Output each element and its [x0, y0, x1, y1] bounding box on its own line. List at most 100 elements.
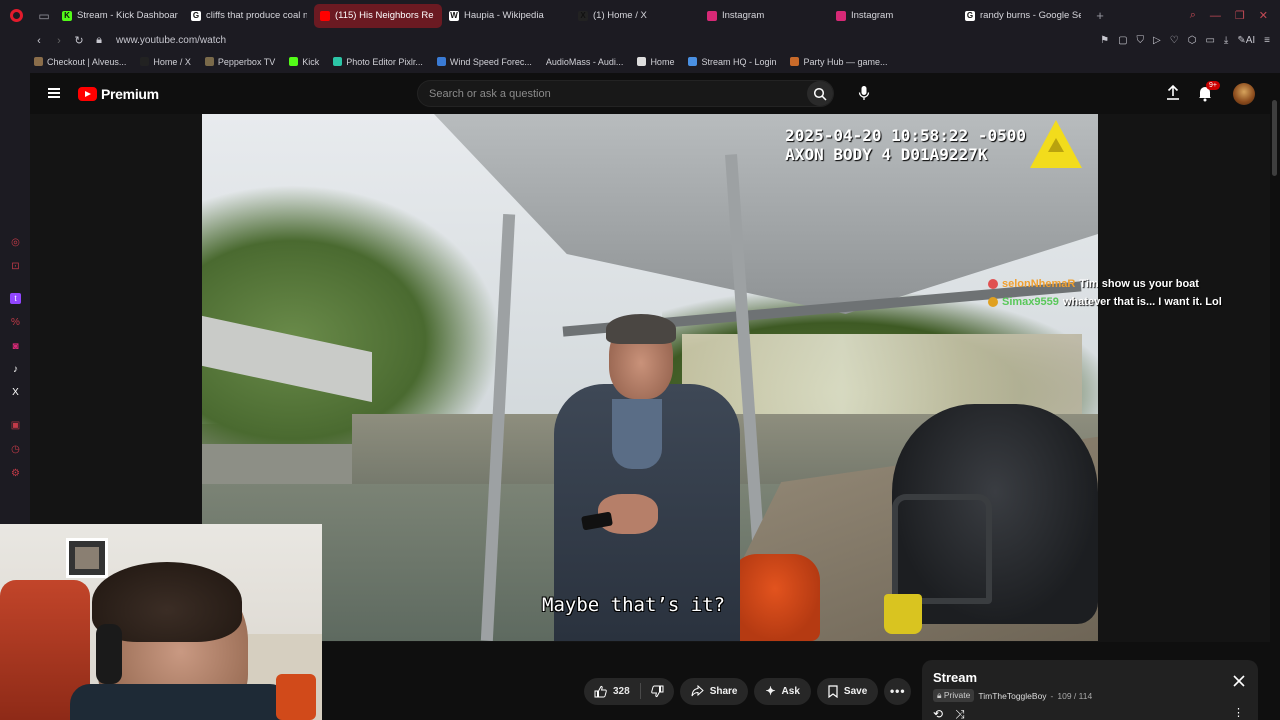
like-button[interactable]: 328: [584, 678, 640, 705]
minimize-icon[interactable]: —: [1210, 10, 1221, 22]
tab-label: randy burns - Google Searc: [980, 10, 1081, 21]
more-actions-button[interactable]: •••: [884, 677, 912, 705]
sidebar-workspaces-icon[interactable]: ⊡: [10, 261, 21, 272]
browser-tab[interactable]: Gcliffs that produce coal nat: [185, 4, 313, 28]
snapshot-icon[interactable]: ▢: [1118, 35, 1127, 46]
sidebar-settings-icon[interactable]: ⚙: [10, 468, 21, 479]
chat-username: selonNhemaR: [1002, 278, 1076, 290]
stream-chat-overlay: selonNhemaR Tim show us your boat Simax955…: [988, 275, 1268, 311]
playlist-meta: 🔒︎ Private TimTheToggleBoy - 109 / 114: [933, 689, 1247, 702]
youtube-logo[interactable]: Premium: [78, 86, 159, 102]
tab-label: (1) Home / X: [593, 10, 647, 21]
bodycam-timestamp: 2025-04-20 10:58:22 -0500: [785, 126, 1026, 145]
bookmark-favicon-icon: [333, 57, 343, 66]
thumbs-down-icon: [650, 685, 664, 697]
upload-icon[interactable]: [1164, 84, 1182, 102]
more-horizontal-icon: •••: [889, 684, 906, 698]
bookmark-label: Pepperbox TV: [217, 56, 276, 67]
download-icon[interactable]: ⤓: [1224, 35, 1228, 46]
tab-icon[interactable]: ▭: [1205, 35, 1214, 46]
voice-search-button[interactable]: [851, 80, 877, 106]
browser-tab[interactable]: W Haupia - Wikipedia: [443, 4, 571, 28]
playlist-menu-icon[interactable]: ⋮: [1233, 706, 1244, 719]
search-button[interactable]: [807, 81, 833, 106]
account-avatar[interactable]: [1233, 83, 1255, 105]
like-count: 328: [613, 685, 630, 697]
playlist-controls: ⟲ ⤨: [933, 707, 965, 720]
sidebar-history-icon[interactable]: ◷: [10, 444, 21, 455]
bookmark-item[interactable]: Wind Speed Forec...: [436, 57, 532, 67]
chat-text: whatever that is... I want it. Lol: [1062, 296, 1222, 308]
bookmark-favicon-icon: [289, 57, 299, 66]
playlist-owner[interactable]: TimTheToggleBoy: [978, 691, 1046, 701]
back-icon[interactable]: ‹: [30, 31, 48, 50]
close-window-icon[interactable]: ✕: [1259, 9, 1268, 22]
like-dislike-group: 328: [584, 677, 674, 705]
reload-icon[interactable]: ↻: [70, 31, 88, 50]
browser-tab[interactable]: (115) His Neighbors Re: [314, 3, 442, 28]
media-play-icon[interactable]: ▷: [1153, 35, 1161, 46]
save-button[interactable]: Save: [816, 677, 879, 705]
loop-icon[interactable]: ⟲: [933, 707, 943, 720]
browser-tab[interactable]: K Stream - Kick Dashboard: [56, 4, 184, 28]
tab-bar: ▭ K Stream - Kick Dashboard Gcliffs that p…: [0, 0, 1280, 31]
bookmark-item[interactable]: Checkout | Alveus...: [34, 57, 126, 67]
chat-badge-icon: [988, 279, 998, 289]
bookmark-item[interactable]: Home / X: [140, 57, 191, 67]
bookmark-label: Stream HQ - Login: [701, 56, 777, 67]
tab-overview-icon[interactable]: ▭: [32, 0, 56, 31]
menu-icon[interactable]: ≡: [1264, 35, 1270, 46]
extensions-icon[interactable]: ⬡: [1188, 35, 1197, 46]
bookmark-icon[interactable]: ⚑: [1100, 35, 1109, 46]
share-icon: [691, 685, 704, 697]
share-button[interactable]: Share: [679, 677, 749, 705]
bookmark-item[interactable]: Home: [637, 57, 674, 67]
tab-favicon-icon: [320, 10, 330, 21]
sidebar-x-icon[interactable]: X: [10, 387, 21, 398]
guide-menu-icon[interactable]: [48, 88, 60, 98]
aria-ai-icon[interactable]: ✎AI: [1237, 35, 1255, 46]
video-actions: 328 Share ✦ Ask Save •••: [584, 677, 912, 705]
scene-trees: [202, 184, 502, 444]
sidebar-pinboard-icon[interactable]: ▣: [10, 420, 21, 431]
search-tabs-icon[interactable]: ⌕: [1190, 9, 1196, 22]
bookmark-save-icon: [828, 684, 838, 698]
browser-tab[interactable]: Instagram: [830, 4, 958, 28]
search-input[interactable]: [418, 81, 778, 106]
heart-icon[interactable]: ♡: [1170, 35, 1179, 46]
shuffle-icon[interactable]: ⤨: [955, 707, 965, 720]
bookmark-item[interactable]: Pepperbox TV: [204, 56, 276, 67]
forward-icon[interactable]: ›: [50, 31, 68, 50]
opera-logo-icon[interactable]: [0, 0, 32, 31]
sidebar-instagram-icon[interactable]: ◙: [10, 341, 21, 352]
browser-tab[interactable]: X (1) Home / X: [572, 4, 700, 28]
sidebar-percent-icon[interactable]: %: [10, 317, 21, 328]
ask-button[interactable]: ✦ Ask: [754, 677, 811, 705]
page-scrollbar[interactable]: [1272, 100, 1277, 176]
new-tab-button[interactable]: +: [1088, 8, 1112, 23]
maximize-icon[interactable]: ❐: [1235, 9, 1245, 22]
bookmark-item[interactable]: Stream HQ - Login: [688, 57, 776, 67]
playlist-title[interactable]: Stream: [933, 670, 1247, 685]
bookmark-item[interactable]: AudioMass - Audi...: [546, 57, 624, 67]
shield-icon[interactable]: ⛉: [1137, 35, 1145, 46]
sidebar-tiktok-icon[interactable]: ♪: [10, 364, 21, 375]
save-label: Save: [843, 685, 868, 697]
bookmark-item[interactable]: Photo Editor Pixlr...: [333, 57, 423, 67]
youtube-play-icon: [78, 87, 97, 101]
sidebar-aria-icon[interactable]: ◎: [10, 237, 21, 248]
playlist-position: 109 / 114: [1057, 690, 1093, 701]
notification-badge: 9+: [1206, 81, 1220, 90]
browser-tab[interactable]: Instagram: [701, 4, 829, 28]
bookmark-item[interactable]: Kick: [289, 57, 319, 67]
dislike-button[interactable]: [641, 678, 674, 705]
bookmark-item[interactable]: Party Hub — game...: [790, 57, 888, 67]
youtube-header: Premium 9+: [30, 73, 1280, 114]
url-field[interactable]: www.youtube.com/watch: [116, 35, 226, 46]
bookmarks-bar: Checkout | Alveus... Home / X Pepperbox TV…: [0, 50, 1280, 73]
browser-tab[interactable]: Grandy burns - Google Searc: [959, 4, 1087, 28]
close-icon[interactable]: [1232, 674, 1246, 688]
tab-favicon-icon: K: [62, 10, 72, 21]
sidebar-twitch-icon[interactable]: t: [10, 293, 21, 304]
video-player[interactable]: 2025-04-20 10:58:22 -0500 AXON BODY 4 D0…: [202, 114, 1098, 641]
